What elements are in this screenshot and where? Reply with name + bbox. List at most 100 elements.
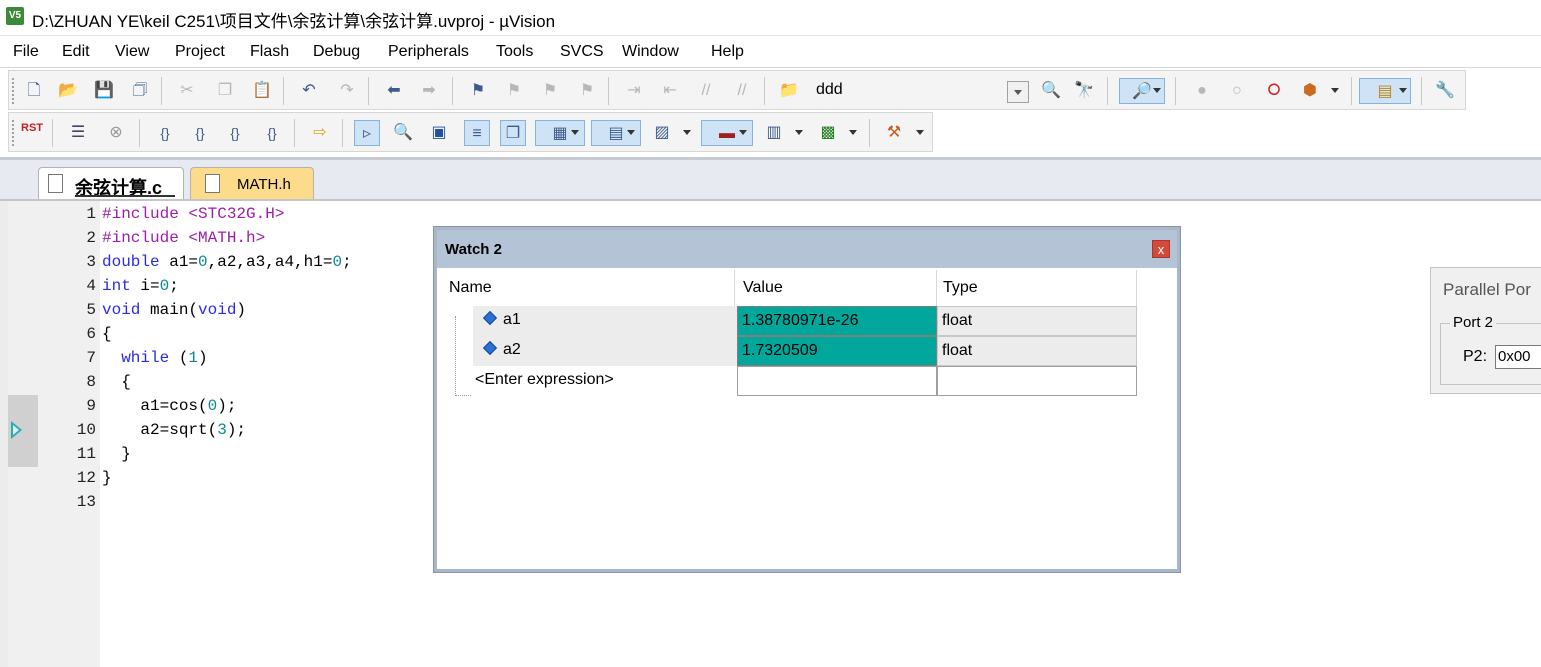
- watch-value-empty[interactable]: [737, 366, 937, 396]
- run-icon[interactable]: ☰: [65, 120, 91, 146]
- next-bookmark-icon[interactable]: ⚑: [537, 78, 563, 104]
- code-line[interactable]: double a1=0,a2,a3,a4,h1=0;: [102, 253, 352, 271]
- code-line[interactable]: #include <MATH.h>: [102, 229, 265, 247]
- symbols-window-icon[interactable]: ▣: [426, 120, 452, 146]
- paste-icon[interactable]: 📋: [249, 78, 275, 104]
- copy-icon[interactable]: ❐: [212, 78, 238, 104]
- menu-help[interactable]: Help: [711, 43, 744, 61]
- menu-tools[interactable]: Tools: [496, 43, 533, 61]
- show-next-statement-icon[interactable]: ⇨: [307, 120, 333, 146]
- indent-icon[interactable]: ⇥: [621, 78, 647, 104]
- call-stack-window-icon[interactable]: ❐: [500, 120, 526, 146]
- debug-toolbar: RST ☰ ⊗ {} {} {} {} ⇨ ▹ 🔍 ▣ ≡ ❐ ▦ ▤ ▨ ▬ …: [8, 112, 933, 152]
- cut-icon[interactable]: ✂: [174, 78, 200, 104]
- code-line[interactable]: int i=0;: [102, 277, 179, 295]
- code-line[interactable]: a2=sqrt(3);: [102, 421, 246, 439]
- tab-main-c[interactable]: 余弦计算.c: [38, 167, 184, 199]
- insert-breakpoint-icon[interactable]: ●: [1189, 78, 1215, 104]
- find-combo-dropdown-icon[interactable]: [1007, 81, 1029, 103]
- menu-flash[interactable]: Flash: [250, 43, 289, 61]
- watch-value[interactable]: 1.7320509: [737, 336, 937, 366]
- menu-svcs[interactable]: SVCS: [560, 43, 604, 61]
- incremental-find-icon[interactable]: 🔭: [1071, 78, 1097, 104]
- run-to-cursor-icon[interactable]: {}: [259, 120, 285, 146]
- stop-icon[interactable]: ⊗: [103, 120, 129, 146]
- code-line[interactable]: {: [102, 325, 112, 343]
- navigate-back-icon[interactable]: ⬅: [381, 78, 407, 104]
- serial-windows-icon[interactable]: ▨: [649, 120, 675, 146]
- code-line[interactable]: #include <STC32G.H>: [102, 205, 284, 223]
- table-row[interactable]: a2 1.7320509 float: [443, 336, 1137, 366]
- disassembly-window-icon[interactable]: 🔍: [390, 120, 416, 146]
- chevron-down-icon[interactable]: [627, 130, 635, 135]
- open-folder-icon[interactable]: 📂: [55, 78, 81, 104]
- enable-breakpoint-icon[interactable]: ○: [1224, 78, 1250, 104]
- column-header-type[interactable]: Type: [937, 270, 1137, 306]
- p2-value-field[interactable]: 0x00: [1495, 345, 1541, 369]
- menu-peripherals[interactable]: Peripherals: [388, 43, 469, 61]
- code-line[interactable]: {: [102, 373, 131, 391]
- watch-title-bar[interactable]: Watch 2 x: [437, 230, 1177, 268]
- find-in-files-icon[interactable]: 📁: [776, 78, 802, 104]
- table-row[interactable]: a1 1.38780971e-26 float: [443, 306, 1137, 336]
- watch-window[interactable]: Watch 2 x Name Value Type a1 1.38780971e…: [434, 227, 1180, 572]
- step-over-icon[interactable]: {}: [187, 120, 213, 146]
- menu-view[interactable]: View: [115, 43, 149, 61]
- find-icon[interactable]: 🔍: [1038, 78, 1064, 104]
- watch-value[interactable]: 1.38780971e-26: [737, 306, 937, 336]
- table-row[interactable]: <Enter expression>: [443, 366, 1137, 396]
- toolbar-separator: [161, 77, 162, 105]
- code-line[interactable]: void main(void): [102, 301, 246, 319]
- toolbar-grip[interactable]: [11, 119, 15, 147]
- save-all-icon[interactable]: 🗇: [127, 78, 153, 104]
- step-out-icon[interactable]: {}: [222, 120, 248, 146]
- tab-math-h[interactable]: MATH.h: [190, 167, 314, 199]
- enter-expression-field[interactable]: <Enter expression>: [471, 366, 735, 396]
- unindent-icon[interactable]: ⇤: [657, 78, 683, 104]
- code-line[interactable]: a1=cos(0);: [102, 397, 236, 415]
- prev-bookmark-icon[interactable]: ⚑: [501, 78, 527, 104]
- new-file-icon[interactable]: 🗋: [21, 78, 47, 104]
- find-combo-text[interactable]: ddd: [816, 81, 843, 99]
- kill-breakpoints-icon[interactable]: ⬢: [1297, 78, 1323, 104]
- toolbar-grip[interactable]: [11, 77, 15, 105]
- menu-edit[interactable]: Edit: [62, 43, 90, 61]
- clear-bookmarks-icon[interactable]: ⚑: [574, 78, 600, 104]
- chevron-down-icon[interactable]: [1331, 88, 1339, 93]
- chevron-down-icon[interactable]: [1399, 88, 1407, 93]
- chevron-down-icon[interactable]: [795, 130, 803, 135]
- registers-window-icon[interactable]: ≡: [464, 120, 490, 146]
- chevron-down-icon[interactable]: [849, 130, 857, 135]
- code-line[interactable]: }: [102, 445, 131, 463]
- chevron-down-icon[interactable]: [916, 130, 924, 135]
- menu-project[interactable]: Project: [175, 43, 225, 61]
- reset-cpu-icon[interactable]: RST: [19, 120, 45, 146]
- navigate-forward-icon[interactable]: ➡: [416, 78, 442, 104]
- column-header-name[interactable]: Name: [443, 270, 735, 306]
- uncomment-icon[interactable]: //: [729, 78, 755, 104]
- code-line[interactable]: while (1): [102, 349, 207, 367]
- chevron-down-icon[interactable]: [1153, 88, 1161, 93]
- save-icon[interactable]: 💾: [91, 78, 117, 104]
- code-line[interactable]: }: [102, 469, 112, 487]
- trace-windows-icon[interactable]: ▥: [761, 120, 787, 146]
- chevron-down-icon[interactable]: [683, 130, 691, 135]
- close-icon[interactable]: x: [1152, 240, 1170, 258]
- parallel-port-window[interactable]: Parallel Por Port 2 P2: 0x00: [1430, 267, 1541, 394]
- undo-icon[interactable]: ↶: [296, 78, 322, 104]
- configure-wrench-icon[interactable]: 🔧: [1432, 78, 1458, 104]
- comment-icon[interactable]: //: [693, 78, 719, 104]
- system-viewer-icon[interactable]: ▩: [815, 120, 841, 146]
- column-header-value[interactable]: Value: [737, 270, 937, 306]
- chevron-down-icon[interactable]: [571, 130, 579, 135]
- toolbox-icon[interactable]: ⚒: [881, 120, 907, 146]
- menu-file[interactable]: File: [13, 43, 39, 61]
- bookmark-icon[interactable]: ⚑: [465, 78, 491, 104]
- command-window-icon[interactable]: ▹: [354, 120, 380, 146]
- menu-window[interactable]: Window: [622, 43, 679, 61]
- redo-icon[interactable]: ↷: [334, 78, 360, 104]
- step-into-icon[interactable]: {}: [152, 120, 178, 146]
- menu-debug[interactable]: Debug: [313, 43, 360, 61]
- disable-breakpoints-icon[interactable]: ⭘: [1261, 78, 1287, 104]
- chevron-down-icon[interactable]: [739, 130, 747, 135]
